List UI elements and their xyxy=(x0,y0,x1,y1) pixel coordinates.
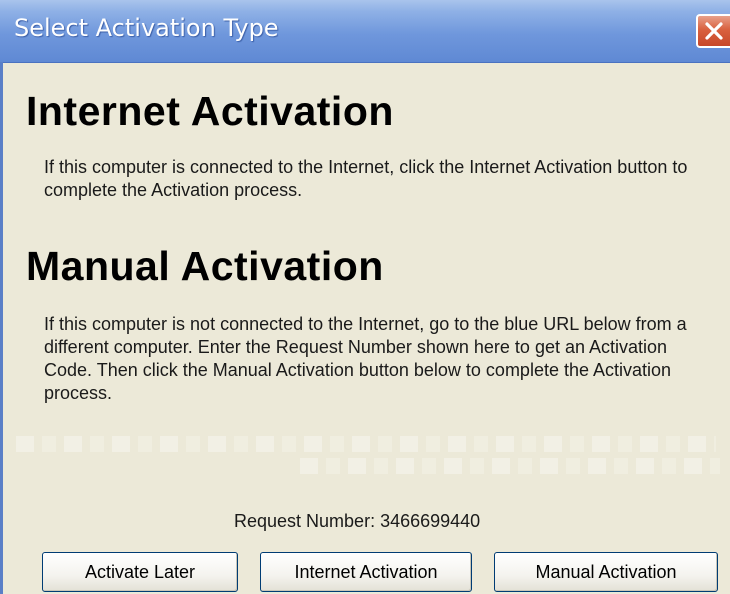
close-button[interactable] xyxy=(696,14,730,48)
manual-activation-description: If this computer is not connected to the… xyxy=(44,314,687,403)
title-bar[interactable]: Select Activation Type xyxy=(0,0,730,63)
internet-activation-description: If this computer is connected to the Int… xyxy=(44,157,688,200)
faint-url-text xyxy=(300,458,720,474)
activate-later-button[interactable]: Activate Later xyxy=(42,552,238,592)
internet-activation-heading: Internet Activation xyxy=(26,88,394,134)
request-number: Request Number: 3466699440 xyxy=(234,511,481,531)
window-title: Select Activation Type xyxy=(14,14,279,42)
manual-activation-button[interactable]: Manual Activation xyxy=(494,552,718,592)
window-left-border xyxy=(0,62,3,594)
close-icon xyxy=(705,22,723,40)
internet-activation-button[interactable]: Internet Activation xyxy=(260,552,472,592)
manual-activation-heading: Manual Activation xyxy=(26,243,384,289)
faint-url-text xyxy=(16,436,716,452)
activation-dialog: Select Activation Type Internet Activati… xyxy=(0,0,730,594)
